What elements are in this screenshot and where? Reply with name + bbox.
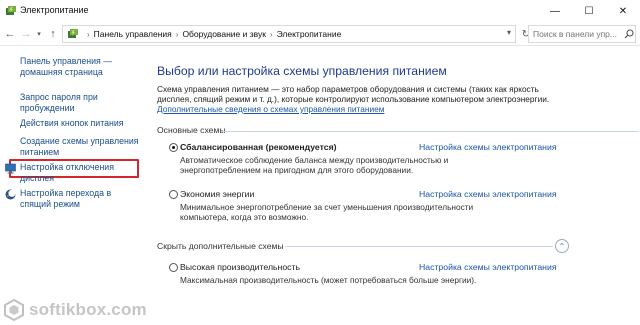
- up-button[interactable]: ↑: [46, 26, 60, 42]
- address-bar[interactable]: › Панель управления › Оборудование и зву…: [62, 25, 516, 43]
- power-options-icon: [6, 6, 16, 15]
- minimize-button[interactable]: —: [540, 0, 570, 22]
- sidebar-item-display-off[interactable]: Настройка отключения дисплея: [20, 162, 120, 184]
- plan-balanced-description: Автоматическое соблюдение баланса между …: [180, 155, 449, 175]
- divider: [285, 246, 553, 247]
- more-info-link[interactable]: Дополнительные сведения о схемах управле…: [157, 104, 384, 114]
- watermark: softikbox.com: [2, 296, 147, 324]
- forward-button[interactable]: →: [19, 26, 33, 42]
- plan-balanced-label[interactable]: Сбалансированная (рекомендуется): [180, 142, 337, 152]
- back-button[interactable]: ←: [3, 26, 17, 42]
- close-button[interactable]: ✕: [608, 0, 638, 22]
- sidebar-item-create-plan[interactable]: Создание схемы управления питанием: [20, 136, 140, 158]
- moon-sleep-icon: [5, 189, 16, 200]
- sidebar-item-password-on-wakeup[interactable]: Запрос пароля при пробуждении: [20, 92, 140, 114]
- sidebar-home-link[interactable]: Панель управления — домашняя страница: [20, 56, 140, 78]
- plan-power-saver-description: Минимальное энергопотребление за счет ум…: [180, 202, 474, 222]
- breadcrumb-hardware-sound[interactable]: Оборудование и звук: [182, 29, 265, 39]
- recent-locations-button[interactable]: ▾: [34, 26, 44, 42]
- plan-power-saver-label[interactable]: Экономия энергии: [180, 189, 254, 199]
- watermark-logo-icon: [4, 298, 24, 322]
- collapse-chevron-icon[interactable]: ⌃: [555, 239, 569, 253]
- title-bar: Электропитание — ☐ ✕: [0, 0, 640, 22]
- control-panel-icon: [68, 29, 78, 38]
- plan-high-performance-settings-link[interactable]: Настройка схемы электропитания: [419, 262, 557, 272]
- sidebar: Панель управления — домашняя страница За…: [0, 46, 148, 325]
- sidebar-item-sleep[interactable]: Настройка перехода в спящий режим: [20, 188, 120, 210]
- page-description: Схема управления питанием — это набор па…: [157, 84, 550, 104]
- plan-balanced-radio[interactable]: [169, 143, 178, 152]
- breadcrumb-control-panel[interactable]: Панель управления: [94, 29, 172, 39]
- breadcrumb-power-options[interactable]: Электропитание: [277, 29, 342, 39]
- maximize-button[interactable]: ☐: [574, 0, 604, 22]
- search-input[interactable]: [528, 25, 636, 43]
- plan-high-performance-label[interactable]: Высокая производительность: [180, 262, 300, 272]
- display-power-icon: [5, 163, 16, 174]
- breadcrumb-separator: ›: [175, 29, 179, 39]
- breadcrumb-separator: ›: [269, 29, 273, 39]
- plan-high-performance-description: Максимальная производительность (может п…: [180, 275, 477, 285]
- plan-power-saver-radio[interactable]: [169, 190, 178, 199]
- main-content: Выбор или настройка схемы управления пит…: [157, 46, 640, 325]
- plan-high-performance-radio[interactable]: [169, 263, 178, 272]
- breadcrumb-separator: ›: [87, 29, 90, 39]
- plan-balanced-settings-link[interactable]: Настройка схемы электропитания: [419, 142, 557, 152]
- section-main-plans: Основные схемы: [157, 125, 226, 135]
- section-hidden-plans[interactable]: Скрыть дополнительные схемы: [157, 241, 284, 251]
- page-title: Выбор или настройка схемы управления пит…: [157, 64, 447, 78]
- window-title: Электропитание: [20, 5, 89, 15]
- plan-power-saver-settings-link[interactable]: Настройка схемы электропитания: [419, 189, 557, 199]
- navigation-bar: ← → ▾ ↑ › Панель управления › Оборудован…: [0, 22, 640, 46]
- watermark-text: softikbox.com: [29, 300, 147, 319]
- address-dropdown-icon[interactable]: ▾: [507, 28, 511, 37]
- search-icon[interactable]: [624, 29, 634, 39]
- sidebar-item-power-buttons[interactable]: Действия кнопок питания: [20, 118, 140, 129]
- divider: [221, 131, 639, 132]
